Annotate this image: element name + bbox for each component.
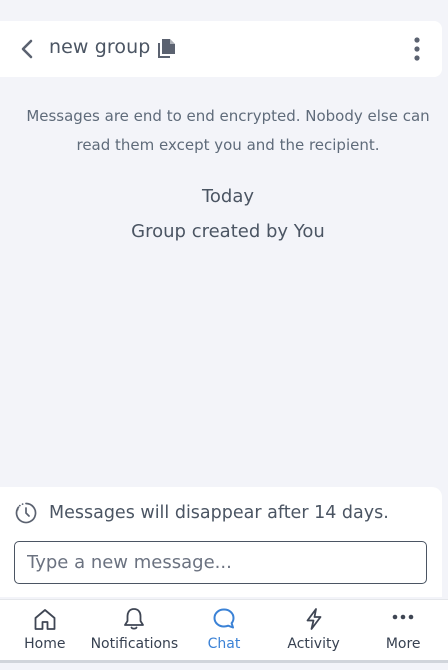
copy-button[interactable] [156, 37, 178, 59]
encryption-notice: Messages are end to end encrypted. Nobod… [26, 107, 430, 154]
nav-chat-label: Chat [207, 636, 241, 652]
kebab-menu-icon [414, 37, 420, 61]
nav-notifications[interactable]: Notifications [90, 600, 180, 660]
more-options-button[interactable] [405, 35, 429, 65]
bottom-nav: Home Notifications Chat Activity More [0, 599, 448, 663]
chat-screen: new group Messages are end to end encryp… [0, 0, 448, 670]
day-separator: Today [201, 186, 255, 207]
nav-home-label: Home [24, 636, 66, 652]
nav-more[interactable]: More [358, 600, 448, 660]
nav-notifications-label: Notifications [90, 636, 179, 652]
chat-header: new group [0, 21, 442, 77]
chevron-left-icon [21, 39, 33, 59]
chat-icon [213, 608, 235, 629]
disappearing-messages-notice[interactable]: Messages will disappear after 14 days. [14, 501, 389, 525]
nav-chat[interactable]: Chat [179, 600, 269, 660]
system-message: Group created by You [131, 221, 325, 242]
nav-home[interactable]: Home [0, 600, 90, 660]
bell-icon [124, 608, 145, 630]
composer: Messages will disappear after 14 days. [0, 487, 442, 597]
home-icon [34, 609, 56, 630]
nav-activity-label: Activity [287, 636, 340, 652]
group-title[interactable]: new group [49, 36, 150, 58]
copy-icon [158, 39, 175, 58]
back-button[interactable] [16, 37, 40, 61]
message-input[interactable] [14, 541, 427, 584]
lightning-icon [306, 608, 321, 630]
nav-more-label: More [385, 636, 421, 652]
timer-icon [15, 502, 37, 524]
disappear-notice-text: Messages will disappear after 14 days. [49, 503, 389, 523]
nav-activity[interactable]: Activity [269, 600, 359, 660]
more-dots-icon [392, 614, 414, 620]
